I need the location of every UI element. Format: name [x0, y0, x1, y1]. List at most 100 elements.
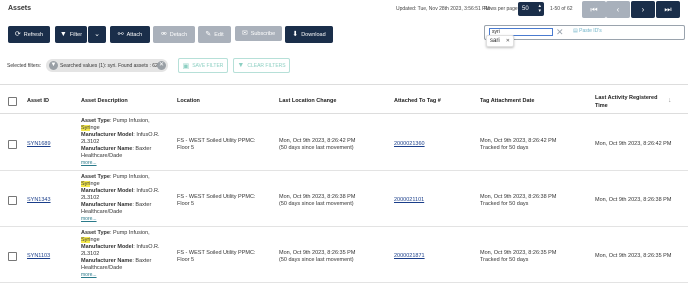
- close-icon[interactable]: ✕: [506, 38, 510, 44]
- arrow-down-icon[interactable]: ↓: [668, 97, 672, 104]
- top-bar: Assets Updated: Tue, Nov 28th 2023, 3:56…: [0, 0, 688, 20]
- table-row[interactable]: SYN1689 Asset Type: Pump Infusion, Syrin…: [0, 115, 688, 171]
- search-suggestion-chip[interactable]: sari ✕: [486, 35, 514, 47]
- manufacturer-model: Manufacturer Model: InfusO.R.: [81, 244, 160, 250]
- tag-attachment-date: Mon, Oct 9th 2023, 8:26:35 PM Tracked fo…: [480, 250, 556, 264]
- unlink-icon: ⚮: [160, 31, 167, 38]
- location: FS - WEST Soiled Utility PPMC: Floor 5: [177, 194, 255, 208]
- column-header[interactable]: Attached To Tag #: [394, 98, 441, 104]
- last-activity-time: Mon, Oct 9th 2023, 8:26:35 PM: [595, 253, 672, 259]
- paste-ids-label: Paste ID's: [579, 28, 602, 34]
- detach-label: Detach: [169, 31, 188, 38]
- location-line: FS - WEST Soiled Utility PPMC:: [177, 250, 256, 256]
- subscribe-button[interactable]: ✉ Subscribe: [235, 26, 282, 41]
- updated-timestamp: Updated: Tue, Nov 28th 2023, 3:56:51 PM: [396, 6, 490, 12]
- more-link[interactable]: more...: [81, 160, 173, 167]
- chevron-right-icon: ›: [641, 5, 645, 14]
- asset-id-link[interactable]: SYN1103: [27, 253, 50, 260]
- rows-per-page-label: Rows per page:: [484, 6, 520, 12]
- column-header[interactable]: Asset ID: [27, 98, 49, 104]
- tag-link[interactable]: 2000021871: [394, 253, 425, 260]
- download-button[interactable]: ⬇ Download: [285, 26, 333, 43]
- save-filter-button[interactable]: ▣ SAVE FILTER: [178, 58, 228, 73]
- selected-filters-label: Selected filters:: [7, 63, 42, 69]
- refresh-label: Refresh: [23, 31, 44, 38]
- change-date: Mon, Oct 9th 2023, 8:26:35 PM: [279, 250, 356, 256]
- filter-label: Filter: [69, 31, 83, 38]
- asset-type-cont: Syringe: [81, 125, 100, 131]
- subscribe-label: Subscribe: [250, 30, 276, 37]
- attach-button[interactable]: ⚯ Attach: [110, 26, 150, 43]
- document-icon: ▤: [573, 28, 578, 34]
- more-link[interactable]: more...: [81, 216, 173, 223]
- manufacturer-model: Manufacturer Model: InfusO.R.: [81, 132, 160, 138]
- filter-dropdown-button[interactable]: ⌄: [88, 26, 106, 43]
- manufacturer-name-cont: Healthcare/Dade: [81, 153, 123, 159]
- last-activity-time: Mon, Oct 9th 2023, 8:26:38 PM: [595, 197, 672, 203]
- change-date: Mon, Oct 9th 2023, 8:26:38 PM: [279, 194, 356, 200]
- tag-attachment-date: Mon, Oct 9th 2023, 8:26:42 PM Tracked fo…: [480, 138, 556, 152]
- prev-page-button[interactable]: ‹: [606, 1, 630, 18]
- column-header[interactable]: Asset Description: [81, 98, 128, 104]
- filter-icon: ▼: [59, 31, 67, 38]
- location: FS - WEST Soiled Utility PPMC: Floor 5: [177, 250, 255, 264]
- pencil-icon: ✎: [205, 31, 212, 38]
- change-date: Mon, Oct 9th 2023, 8:26:42 PM: [279, 138, 356, 144]
- row-checkbox[interactable]: [8, 196, 17, 205]
- close-icon[interactable]: ✕: [157, 61, 166, 70]
- filter-button[interactable]: ▼ Filter: [55, 26, 87, 43]
- asset-id-link[interactable]: SYN1343: [27, 197, 51, 204]
- filter-chip: ▼ Searched values (1): syri. Found asset…: [46, 59, 168, 72]
- rows-per-page-value: 50: [522, 6, 529, 12]
- column-header[interactable]: Last Activity Registered Time: [595, 94, 665, 110]
- column-header[interactable]: Tag Attachment Date: [480, 98, 534, 104]
- manufacturer-name: Manufacturer Name: Baxter: [81, 202, 152, 208]
- filter-icon: ▼: [49, 61, 58, 70]
- location: FS - WEST Soiled Utility PPMC: Floor 5: [177, 138, 255, 152]
- asset-type-cont: Syringe: [81, 237, 100, 243]
- tracked-for: Tracked for 50 days: [480, 201, 529, 207]
- tag-link[interactable]: 2000021101: [394, 197, 424, 204]
- first-page-icon: ⏮: [590, 5, 598, 14]
- mail-icon: ✉: [241, 30, 248, 37]
- row-checkbox[interactable]: [8, 252, 17, 261]
- manufacturer-model-cont: 2L3102: [81, 195, 100, 201]
- last-location-change: Mon, Oct 9th 2023, 8:26:38 PM (50 days s…: [279, 194, 355, 208]
- last-location-change: Mon, Oct 9th 2023, 8:26:42 PM (50 days s…: [279, 138, 355, 152]
- asset-description: Asset Type: Pump Infusion, Syringe Manuf…: [81, 174, 173, 223]
- rows-per-page-select[interactable]: 50 ▴ ▾: [518, 2, 544, 16]
- asset-id-link[interactable]: SYN1689: [27, 141, 51, 148]
- clear-filters-label: CLEAR FILTERS: [247, 62, 286, 69]
- row-checkbox[interactable]: [8, 140, 17, 149]
- select-all-checkbox[interactable]: [8, 97, 17, 106]
- attach-date: Mon, Oct 9th 2023, 8:26:42 PM: [480, 138, 557, 144]
- asset-description: Asset Type: Pump Infusion, Syringe Manuf…: [81, 230, 173, 279]
- filter-icon: ▼: [237, 62, 245, 69]
- location-line: FS - WEST Soiled Utility PPMC:: [177, 138, 256, 144]
- table-row[interactable]: SYN1343 Asset Type: Pump Infusion, Syrin…: [0, 171, 688, 227]
- edit-label: Edit: [214, 31, 224, 38]
- table-header: Asset ID Asset Description Location Last…: [0, 84, 688, 114]
- manufacturer-model-cont: 2L3102: [81, 139, 100, 145]
- clear-filters-button[interactable]: ▼ CLEAR FILTERS: [233, 58, 290, 73]
- attach-date: Mon, Oct 9th 2023, 8:26:38 PM: [480, 194, 557, 200]
- filter-chip-text: Searched values (1): syri. Found assets …: [60, 63, 158, 69]
- manufacturer-model: Manufacturer Model: InfusO.R.: [81, 188, 160, 194]
- manufacturer-name-cont: Healthcare/Dade: [81, 209, 123, 215]
- asset-type: Asset Type: Pump Infusion,: [81, 230, 150, 236]
- close-icon[interactable]: ✕: [556, 27, 564, 38]
- first-page-button[interactable]: ⏮: [582, 1, 606, 18]
- save-filter-label: SAVE FILTER: [192, 62, 224, 69]
- detach-button[interactable]: ⚮ Detach: [153, 26, 195, 43]
- more-link[interactable]: more...: [81, 272, 173, 279]
- column-header[interactable]: Location: [177, 98, 200, 104]
- refresh-button[interactable]: ⟳ Refresh: [8, 26, 50, 43]
- tag-link[interactable]: 2000021360: [394, 141, 425, 148]
- refresh-icon: ⟳: [14, 31, 21, 38]
- edit-button[interactable]: ✎ Edit: [198, 26, 231, 43]
- paste-ids-button[interactable]: ▤ Paste ID's: [573, 28, 602, 34]
- last-page-button[interactable]: ⏭: [656, 1, 680, 18]
- next-page-button[interactable]: ›: [631, 1, 655, 18]
- asset-type-cont: Syringe: [81, 181, 100, 187]
- column-header[interactable]: Last Location Change: [279, 98, 336, 104]
